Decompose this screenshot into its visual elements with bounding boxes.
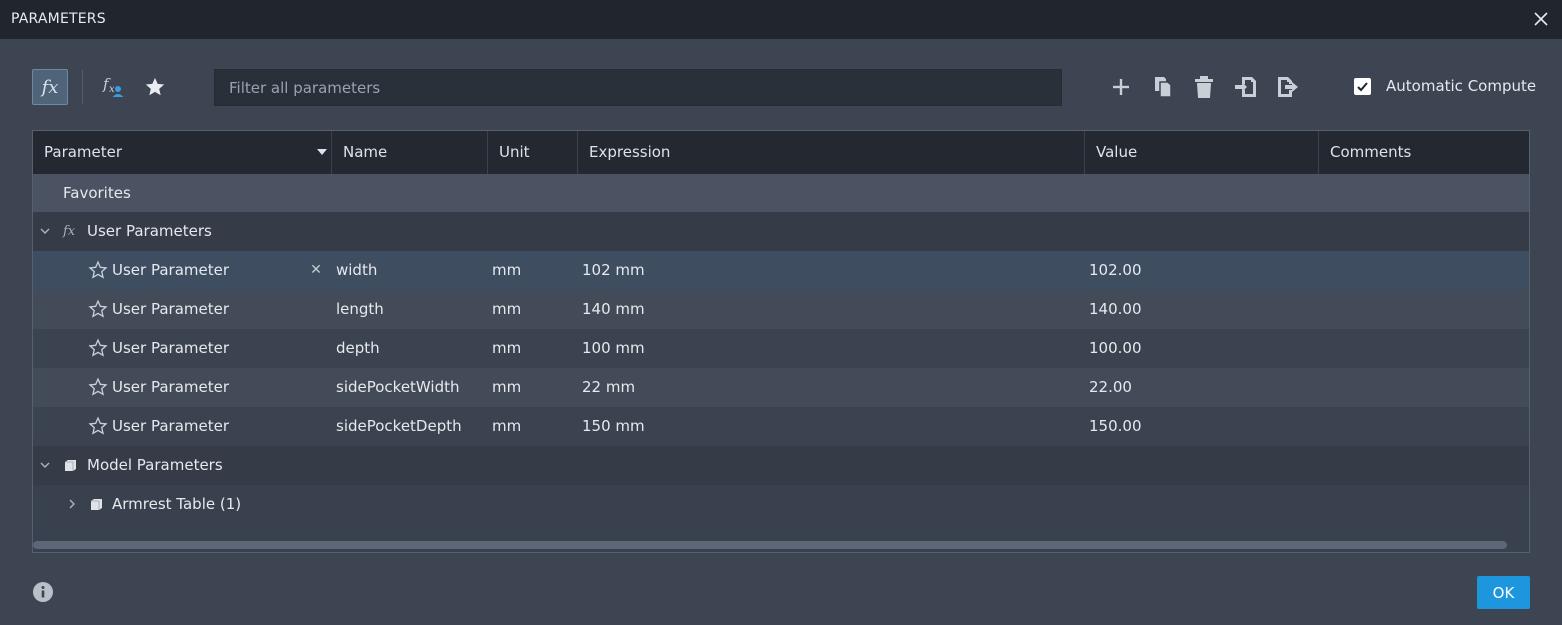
star-outline-icon[interactable] <box>88 338 108 358</box>
toolbar-separator <box>82 70 83 104</box>
title-bar: PARAMETERS <box>0 0 1562 39</box>
expression-cell[interactable]: 100 mm <box>582 329 645 368</box>
table-row[interactable]: User Parameter sidePocketWidth mm 22 mm … <box>33 368 1529 407</box>
filter-input[interactable] <box>214 69 1062 106</box>
expression-cell[interactable]: 102 mm <box>582 251 645 290</box>
fx-user-icon: f x <box>102 75 124 97</box>
table-row[interactable]: User Parameter ✕ width mm 102 mm 102.00 <box>33 251 1529 290</box>
checkmark-icon <box>1357 81 1368 91</box>
delete-parameter-button[interactable] <box>1191 74 1217 100</box>
column-header-label: Comments <box>1330 143 1412 161</box>
chevron-right-icon[interactable] <box>66 498 78 510</box>
model-parameters-group-row[interactable]: Model Parameters <box>33 446 1529 485</box>
export-button[interactable] <box>1275 74 1301 100</box>
delete-row-icon[interactable]: ✕ <box>309 262 323 278</box>
column-header-parameter[interactable]: Parameter <box>33 131 332 174</box>
name-cell[interactable]: width <box>336 251 377 290</box>
model-parameters-label: Model Parameters <box>87 456 223 474</box>
user-parameters-group-row[interactable]: fx User Parameters <box>33 212 1529 251</box>
unit-cell[interactable]: mm <box>492 251 521 290</box>
copy-parameter-button[interactable] <box>1150 74 1176 100</box>
value-cell: 102.00 <box>1089 261 1142 279</box>
tree-item[interactable]: Armrest Table (1) <box>33 485 1529 524</box>
component-icon <box>65 460 76 471</box>
expression-cell[interactable]: 140 mm <box>582 290 645 329</box>
column-header-label: Value <box>1096 143 1138 161</box>
parameters-table: Parameter Name Unit Expression Value Com… <box>32 130 1530 553</box>
automatic-compute-checkbox[interactable] <box>1354 77 1371 95</box>
plus-icon <box>1113 79 1129 95</box>
table-row[interactable]: User Parameter sidePocketDepth mm 150 mm… <box>33 407 1529 446</box>
import-icon <box>1235 77 1256 97</box>
sort-dropdown-icon[interactable] <box>317 149 327 155</box>
column-header-unit[interactable]: Unit <box>488 131 578 174</box>
favorites-row[interactable]: Favorites <box>33 174 1529 213</box>
favorites-label: Favorites <box>63 184 131 202</box>
table-header: Parameter Name Unit Expression Value Com… <box>33 131 1529 174</box>
value-cell: 100.00 <box>1089 339 1142 357</box>
table-row[interactable]: User Parameter length mm 140 mm 140.00 <box>33 290 1529 329</box>
unit-cell[interactable]: mm <box>492 329 521 368</box>
unit-cell[interactable]: mm <box>492 368 521 407</box>
fx-icon: fx <box>41 76 59 98</box>
parameter-type-cell: User Parameter <box>112 417 229 435</box>
table-row[interactable]: User Parameter depth mm 100 mm 100.00 <box>33 329 1529 368</box>
unit-cell[interactable]: mm <box>492 290 521 329</box>
unit-cell[interactable]: mm <box>492 407 521 446</box>
copy-icon <box>1155 77 1172 98</box>
automatic-compute-label: Automatic Compute <box>1386 77 1537 95</box>
add-parameter-button[interactable] <box>1108 74 1134 100</box>
parameter-type-cell: User Parameter <box>112 378 229 396</box>
name-cell[interactable]: sidePocketDepth <box>336 407 462 446</box>
parameter-type-cell: User Parameter <box>112 300 229 318</box>
expression-cell[interactable]: 150 mm <box>582 407 645 446</box>
name-cell[interactable]: depth <box>336 329 380 368</box>
info-icon[interactable] <box>33 582 53 602</box>
trash-icon <box>1195 76 1213 98</box>
component-icon <box>91 499 102 510</box>
import-button[interactable] <box>1233 74 1259 100</box>
svg-text:x: x <box>109 84 115 95</box>
column-header-name[interactable]: Name <box>332 131 488 174</box>
value-cell: 22.00 <box>1089 378 1132 396</box>
user-parameters-label: User Parameters <box>87 222 212 240</box>
automatic-compute-toggle[interactable]: Automatic Compute <box>1354 77 1536 95</box>
tree-item-label: Armrest Table (1) <box>112 495 242 513</box>
star-outline-icon[interactable] <box>88 416 108 436</box>
column-header-label: Parameter <box>44 143 123 161</box>
value-cell: 150.00 <box>1089 417 1142 435</box>
chevron-down-icon[interactable] <box>39 225 51 237</box>
name-cell[interactable]: length <box>336 290 384 329</box>
user-parameters-button[interactable]: f x <box>98 72 128 102</box>
column-header-expression[interactable]: Expression <box>578 131 1085 174</box>
window-title: PARAMETERS <box>11 11 106 27</box>
fx-icon: fx <box>63 224 76 239</box>
star-icon <box>145 77 165 96</box>
horizontal-scrollbar[interactable] <box>33 541 1507 549</box>
star-outline-icon[interactable] <box>88 377 108 397</box>
expression-cell[interactable]: 22 mm <box>582 368 635 407</box>
parameter-type-cell: User Parameter <box>112 339 229 357</box>
column-header-value[interactable]: Value <box>1085 131 1319 174</box>
column-header-label: Expression <box>589 143 671 161</box>
name-cell[interactable]: sidePocketWidth <box>336 368 460 407</box>
ok-button[interactable]: OK <box>1477 576 1530 609</box>
star-outline-icon[interactable] <box>88 260 108 280</box>
column-header-comments[interactable]: Comments <box>1319 131 1529 174</box>
parameter-type-cell: User Parameter <box>112 261 229 279</box>
star-outline-icon[interactable] <box>88 299 108 319</box>
all-parameters-button[interactable]: fx <box>32 69 68 105</box>
export-icon <box>1278 77 1298 97</box>
chevron-down-icon[interactable] <box>39 459 51 471</box>
value-cell: 140.00 <box>1089 300 1142 318</box>
column-header-label: Name <box>343 143 388 161</box>
favorites-filter-button[interactable] <box>140 72 170 102</box>
column-header-label: Unit <box>499 143 530 161</box>
close-icon[interactable] <box>1530 8 1552 30</box>
